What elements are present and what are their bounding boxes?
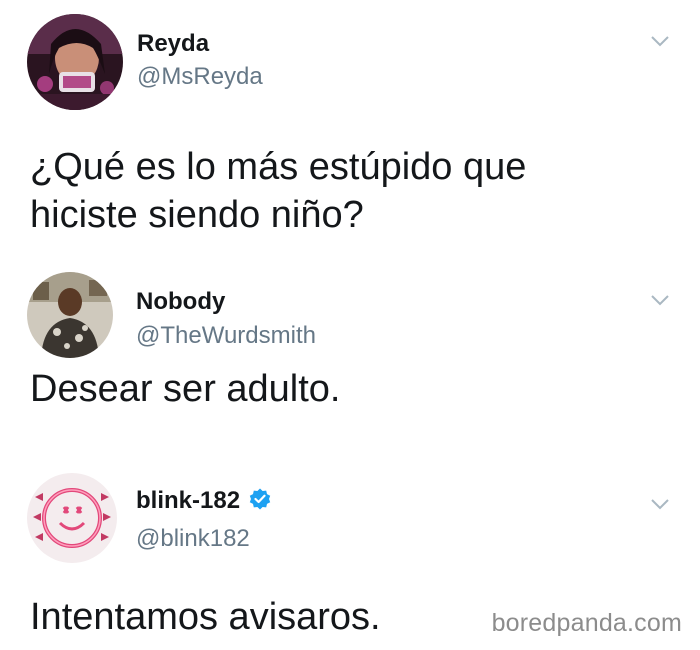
display-name[interactable]: blink-182: [136, 487, 272, 515]
user-handle[interactable]: @blink182: [136, 525, 250, 553]
tweet-text: ¿Qué es lo más estúpido que hiciste sien…: [30, 143, 526, 239]
display-name[interactable]: Reyda: [137, 30, 209, 58]
avatar-nobody[interactable]: [27, 272, 113, 358]
verified-badge-icon: [249, 488, 271, 510]
user-handle[interactable]: @MsReyda: [137, 63, 263, 91]
tweet-text: Intentamos avisaros.: [30, 593, 381, 641]
profile-photo-icon: [27, 14, 123, 110]
smiley-logo-icon: [27, 473, 117, 563]
tweet-text-line: Desear ser adulto.: [30, 368, 341, 410]
chevron-down-icon[interactable]: [650, 34, 670, 48]
user-handle[interactable]: @TheWurdsmith: [136, 322, 316, 350]
chevron-down-icon[interactable]: [650, 293, 670, 307]
tweet-text-line: hiciste siendo niño?: [30, 194, 364, 236]
tweet-text-line: Intentamos avisaros.: [30, 596, 381, 638]
tweet-text-line: ¿Qué es lo más estúpido que: [30, 146, 527, 188]
profile-photo-icon: [27, 272, 113, 358]
tweet-reyda: Reyda @MsReyda ¿Qué es lo más estúpido q…: [0, 0, 700, 265]
avatar-reyda[interactable]: [27, 14, 123, 110]
avatar-blink182[interactable]: [27, 473, 117, 563]
chevron-down-icon[interactable]: [650, 497, 670, 511]
tweet-text: Desear ser adulto.: [30, 365, 341, 413]
display-name[interactable]: Nobody: [136, 288, 225, 316]
display-name-text: blink-182: [136, 487, 241, 514]
watermark: boredpanda.com: [491, 609, 682, 637]
tweet-nobody: Nobody @TheWurdsmith Desear ser adulto.: [0, 265, 700, 455]
